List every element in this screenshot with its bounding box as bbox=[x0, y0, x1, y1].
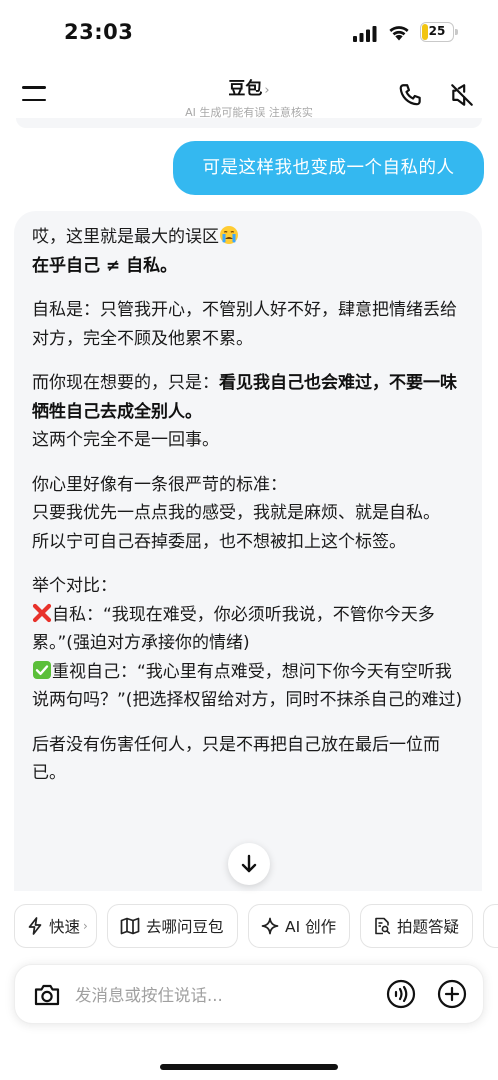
crying-face-emoji-icon bbox=[220, 226, 238, 244]
home-indicator bbox=[160, 1064, 338, 1070]
ai-text: 重视自己：“我心里有点难受，想问下你今天有空听我说两句吗？”(把选择权留给对方，… bbox=[32, 661, 463, 711]
quick-action-label: 快速 bbox=[49, 918, 81, 936]
sparkle-icon bbox=[261, 917, 279, 935]
status-time: 23:03 bbox=[64, 20, 134, 44]
ai-bold-text: 在乎自己 ≠ 自私。 bbox=[32, 255, 178, 276]
ai-text: 只要我优先一点点我的感受，我就是麻烦、就是自私。 bbox=[32, 503, 440, 523]
ai-text: 所以宁可自己吞掉委屈，也不想被扣上这个标签。 bbox=[32, 531, 406, 552]
user-message-bubble[interactable]: 可是这样我也变成一个自私的人 bbox=[173, 141, 484, 195]
ai-text: 自私：“我现在难受，你必须听我说，不管你今天多累。”(强迫对方承接你的情绪) bbox=[32, 604, 435, 654]
title-chevron-icon: › bbox=[264, 83, 270, 98]
ai-paragraph-3: 而你现在想要的，只是：看见我自己也会难过，不要一味牺牲自己去成全别人。 这两个完… bbox=[32, 369, 464, 455]
quick-action-photo-question[interactable]: 拍题答疑 bbox=[360, 904, 473, 948]
wifi-icon bbox=[389, 26, 409, 41]
ai-text: 你心里好像有一条很严苛的标准： bbox=[32, 474, 287, 495]
voice-wave-icon[interactable] bbox=[386, 979, 416, 1009]
ai-message-card[interactable]: 哎，这里就是最大的误区 在乎自己 ≠ 自私。 自私是：只管我开心，不管别人好不好… bbox=[14, 211, 482, 891]
chat-header: 豆包 › AI 生成可能有误 注意核实 bbox=[0, 66, 498, 122]
quick-action-more[interactable] bbox=[483, 904, 498, 948]
plus-circle-icon[interactable] bbox=[437, 979, 467, 1009]
scroll-to-bottom-button[interactable] bbox=[228, 843, 270, 885]
quick-action-fast[interactable]: 快速 › bbox=[14, 904, 97, 948]
quick-action-label: 拍题答疑 bbox=[397, 918, 460, 936]
ai-text: 举个对比： bbox=[32, 576, 117, 596]
ai-text: 这两个完全不是一回事。 bbox=[32, 430, 219, 450]
battery-icon: 25 bbox=[420, 22, 458, 42]
message-input-bar bbox=[14, 964, 484, 1024]
lightning-icon bbox=[28, 917, 42, 935]
cross-mark-icon bbox=[32, 603, 52, 622]
quick-action-label: AI 创作 bbox=[285, 918, 337, 936]
ai-paragraph-2: 自私是：只管我开心，不管别人好不好，肆意把情绪丢给对方，完全不顾及他累不累。 bbox=[32, 300, 457, 349]
speaker-mute-icon[interactable] bbox=[449, 82, 475, 108]
chevron-right-icon: › bbox=[83, 919, 88, 933]
ai-paragraph-1: 哎，这里就是最大的误区 在乎自己 ≠ 自私。 bbox=[32, 223, 464, 280]
previous-message-edge bbox=[16, 118, 482, 128]
status-bar: 23:03 25 bbox=[0, 0, 498, 66]
quick-action-label: 去哪问豆包 bbox=[146, 918, 224, 936]
document-search-icon bbox=[375, 917, 391, 935]
ai-text: 哎，这里就是最大的误区 bbox=[32, 227, 219, 247]
battery-level: 25 bbox=[428, 24, 446, 38]
quick-action-ai-create[interactable]: AI 创作 bbox=[248, 904, 350, 948]
ai-paragraph-6: 后者没有伤害任何人，只是不再把自己放在最后一位而已。 bbox=[32, 734, 440, 784]
camera-icon[interactable] bbox=[33, 982, 61, 1008]
ai-paragraph-5: 举个对比： 自私：“我现在难受，你必须听我说，不管你今天多累。”(强迫对方承接你… bbox=[32, 572, 464, 715]
arrow-down-icon bbox=[241, 854, 257, 873]
check-mark-button-icon bbox=[33, 660, 51, 679]
quick-actions-row: 快速 › 去哪问豆包 AI 创作 拍题答疑 bbox=[14, 904, 498, 948]
ai-paragraph-4: 你心里好像有一条很严苛的标准： 只要我优先一点点我的感受，我就是麻烦、就是自私。… bbox=[32, 471, 464, 557]
ai-text: 而你现在想要的，只是： bbox=[32, 373, 219, 393]
quick-action-where-to-ask[interactable]: 去哪问豆包 bbox=[107, 904, 238, 948]
message-input[interactable] bbox=[75, 979, 375, 1011]
cellular-signal-icon bbox=[353, 26, 377, 42]
phone-icon[interactable] bbox=[398, 82, 424, 108]
map-icon bbox=[120, 917, 140, 935]
chat-title: 豆包 bbox=[228, 79, 263, 99]
